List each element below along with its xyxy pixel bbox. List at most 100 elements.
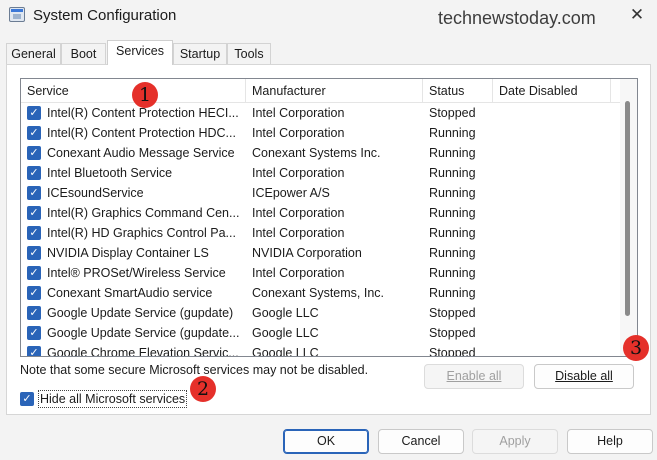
tab-services[interactable]: Services [107,40,173,65]
system-configuration-icon [9,7,25,22]
apply-button[interactable]: Apply [472,429,558,454]
scrollbar-thumb[interactable] [625,101,630,316]
service-date-disabled [499,203,609,223]
service-status: Stopped [429,326,476,340]
table-row[interactable]: ✓ Intel(R) Graphics Command Cen... Intel C… [21,203,621,223]
service-name: Google Update Service (gupdate) [47,306,234,320]
tab-startup[interactable]: Startup [173,43,227,65]
title-bar: System Configuration technewstoday.com ✕ [0,0,657,34]
service-name: Google Update Service (gupdate... [47,326,240,340]
service-status: Stopped [429,346,476,357]
service-checkbox[interactable]: ✓ [27,126,41,140]
service-name: NVIDIA Display Container LS [47,246,209,260]
services-list[interactable]: Service Manufacturer Status Date Disable… [20,78,638,357]
table-row[interactable]: ✓ Intel Bluetooth Service Intel Corporatio… [21,163,621,183]
service-manufacturer: Conexant Systems Inc. [252,146,381,160]
disable-all-label: Disable all [555,369,613,383]
service-status: Running [429,286,476,300]
service-status: Running [429,166,476,180]
service-checkbox[interactable]: ✓ [27,346,41,356]
table-row[interactable]: ✓ NVIDIA Display Container LS NVIDIA Corpo… [21,243,621,263]
service-checkbox[interactable]: ✓ [27,266,41,280]
service-date-disabled [499,243,609,263]
service-checkbox[interactable]: ✓ [27,286,41,300]
list-header: Service Manufacturer Status Date Disable… [21,79,621,103]
service-checkbox[interactable]: ✓ [27,246,41,260]
service-manufacturer: NVIDIA Corporation [252,246,362,260]
service-manufacturer: Conexant Systems, Inc. [252,286,385,300]
service-checkbox[interactable]: ✓ [27,226,41,240]
service-name: Conexant SmartAudio service [47,286,213,300]
disable-all-button[interactable]: Disable all [534,364,634,389]
service-status: Stopped [429,106,476,120]
tab-boot[interactable]: Boot [61,43,106,65]
service-name: ICEsoundService [47,186,144,200]
close-icon[interactable]: ✕ [622,2,652,28]
service-checkbox[interactable]: ✓ [27,306,41,320]
table-row[interactable]: ✓ Intel(R) HD Graphics Control Pa... Intel… [21,223,621,243]
ok-button[interactable]: OK [283,429,369,454]
table-row[interactable]: ✓ Google Update Service (gupdate) Google L… [21,303,621,323]
enable-all-label: Enable all [446,369,502,383]
table-row[interactable]: ✓ Google Update Service (gupdate... Google… [21,323,621,343]
service-status: Running [429,206,476,220]
service-manufacturer: Intel Corporation [252,106,345,120]
vertical-scrollbar[interactable] [620,79,637,356]
service-name: Google Chrome Elevation Servic... [47,346,239,357]
service-manufacturer: ICEpower A/S [252,186,330,200]
service-status: Running [429,146,476,160]
service-checkbox[interactable]: ✓ [27,166,41,180]
watermark-text: technewstoday.com [438,8,596,28]
service-name: Intel® PROSet/Wireless Service [47,266,226,280]
table-row[interactable]: ✓ Conexant SmartAudio service Conexant Sys… [21,283,621,303]
window-title: System Configuration [33,7,177,24]
service-checkbox[interactable]: ✓ [27,106,41,120]
service-status: Running [429,186,476,200]
column-header-status[interactable]: Status [423,79,493,103]
annotation-marker-3: 3 [623,335,649,361]
service-manufacturer: Intel Corporation [252,166,345,180]
service-checkbox[interactable]: ✓ [27,186,41,200]
service-rows: ✓ Intel(R) Content Protection HECI... Inte… [21,103,621,357]
help-button[interactable]: Help [567,429,653,454]
enable-all-button[interactable]: Enable all [424,364,524,389]
annotation-marker-1: 1 [132,82,158,108]
service-checkbox[interactable]: ✓ [27,326,41,340]
service-name: Intel(R) HD Graphics Control Pa... [47,226,236,240]
service-date-disabled [499,283,609,303]
service-name: Intel(R) Content Protection HDC... [47,126,236,140]
hide-microsoft-services-label[interactable]: Hide all Microsoft services [38,390,188,408]
service-name: Intel Bluetooth Service [47,166,173,180]
service-manufacturer: Google LLC [252,346,319,357]
cancel-button[interactable]: Cancel [378,429,464,454]
table-row[interactable]: ✓ Intel® PROSet/Wireless Service Intel Cor… [21,263,621,283]
service-status: Running [429,126,476,140]
service-checkbox[interactable]: ✓ [27,146,41,160]
service-date-disabled [499,183,609,203]
services-panel: Service Manufacturer Status Date Disable… [6,64,651,415]
service-manufacturer: Intel Corporation [252,266,345,280]
table-row[interactable]: ✓ ICEsoundService ICEpower A/S Running [21,183,621,203]
service-date-disabled [499,343,609,356]
service-date-disabled [499,303,609,323]
table-row[interactable]: ✓ Google Chrome Elevation Servic... Google… [21,343,621,357]
service-date-disabled [499,163,609,183]
tab-tools[interactable]: Tools [227,43,271,65]
service-manufacturer: Intel Corporation [252,226,345,240]
table-row[interactable]: ✓ Intel(R) Content Protection HECI... Inte… [21,103,621,123]
column-header-manufacturer[interactable]: Manufacturer [246,79,423,103]
hide-microsoft-services-checkbox[interactable]: ✓ [20,392,34,406]
service-date-disabled [499,263,609,283]
table-row[interactable]: ✓ Intel(R) Content Protection HDC... Intel… [21,123,621,143]
service-checkbox[interactable]: ✓ [27,206,41,220]
tab-general[interactable]: General [6,43,61,65]
service-manufacturer: Intel Corporation [252,126,345,140]
note-text: Note that some secure Microsoft services… [20,363,369,377]
service-name: Intel(R) Graphics Command Cen... [47,206,240,220]
service-status: Stopped [429,306,476,320]
annotation-marker-2: 2 [190,376,216,402]
column-header-date-disabled[interactable]: Date Disabled [493,79,611,103]
service-name: Conexant Audio Message Service [47,146,235,160]
service-date-disabled [499,143,609,163]
table-row[interactable]: ✓ Conexant Audio Message Service Conexant … [21,143,621,163]
